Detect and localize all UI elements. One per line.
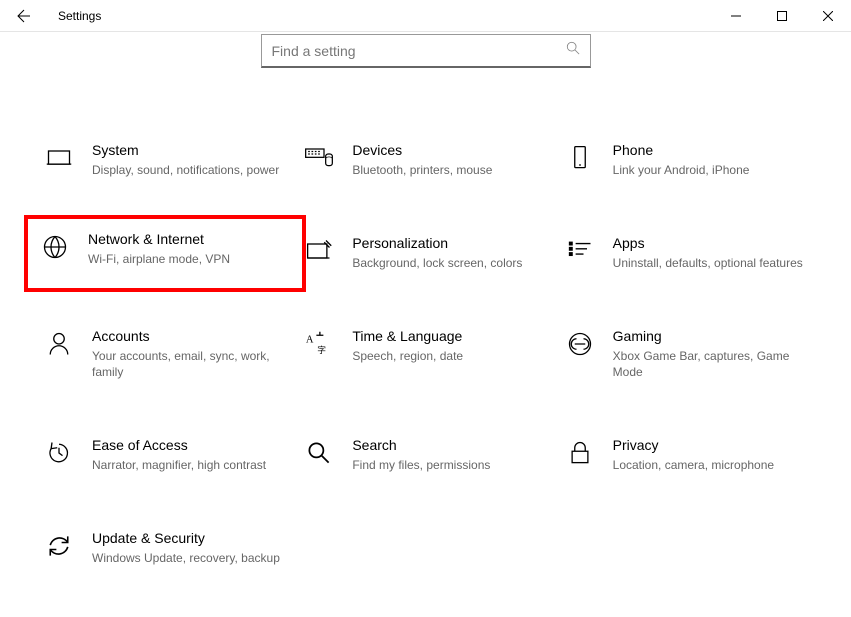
back-arrow-icon [16, 8, 32, 24]
close-button[interactable] [805, 0, 851, 32]
tile-apps[interactable]: Apps Uninstall, defaults, optional featur… [561, 231, 811, 276]
tile-description: Location, camera, microphone [613, 457, 807, 474]
network-icon [40, 231, 70, 261]
tile-update[interactable]: Update & Security Windows Update, recover… [40, 526, 290, 571]
tile-privacy[interactable]: Privacy Location, camera, microphone [561, 433, 811, 478]
tile-text: Update & Security Windows Update, recover… [74, 530, 286, 567]
maximize-icon [777, 11, 787, 21]
tile-text: Ease of Access Narrator, magnifier, high … [74, 437, 286, 474]
tile-text: Privacy Location, camera, microphone [595, 437, 807, 474]
tile-text: Network & Internet Wi-Fi, airplane mode, … [70, 231, 290, 268]
tile-phone[interactable]: Phone Link your Android, iPhone [561, 138, 811, 183]
tile-gaming[interactable]: Gaming Xbox Game Bar, captures, Game Mode [561, 324, 811, 386]
tile-text: Accounts Your accounts, email, sync, work… [74, 328, 286, 382]
update-icon [44, 530, 74, 560]
tile-title: Privacy [613, 437, 807, 453]
tile-description: Uninstall, defaults, optional features [613, 255, 807, 272]
devices-icon [304, 142, 334, 174]
tile-title: Gaming [613, 328, 807, 344]
time-icon: A字 [304, 328, 334, 358]
tile-accounts[interactable]: Accounts Your accounts, email, sync, work… [40, 324, 290, 386]
tile-title: Apps [613, 235, 807, 251]
tile-text: Personalization Background, lock screen, … [334, 235, 546, 272]
tile-text: Apps Uninstall, defaults, optional featur… [595, 235, 807, 272]
titlebar: Settings [0, 0, 851, 32]
tile-description: Find my files, permissions [352, 457, 546, 474]
tile-description: Link your Android, iPhone [613, 162, 807, 179]
tile-text: Devices Bluetooth, printers, mouse [334, 142, 546, 179]
tile-title: Accounts [92, 328, 286, 344]
tile-description: Display, sound, notifications, power [92, 162, 286, 179]
tile-title: Search [352, 437, 546, 453]
tile-title: Time & Language [352, 328, 546, 344]
personalization-icon [304, 235, 334, 265]
window-title: Settings [48, 9, 101, 23]
svg-text:A: A [306, 334, 314, 345]
tile-personalization[interactable]: Personalization Background, lock screen, … [300, 231, 550, 276]
privacy-icon [565, 437, 595, 467]
maximize-button[interactable] [759, 0, 805, 32]
tile-ease[interactable]: Ease of Access Narrator, magnifier, high … [40, 433, 290, 478]
tile-description: Bluetooth, printers, mouse [352, 162, 546, 179]
search-icon [566, 41, 580, 60]
tile-title: Devices [352, 142, 546, 158]
search-container [0, 32, 851, 88]
accounts-icon [44, 328, 74, 358]
ease-icon [44, 437, 74, 467]
tile-text: Time & Language Speech, region, date [334, 328, 546, 365]
back-button[interactable] [0, 0, 48, 32]
search-icon [304, 437, 334, 467]
tile-time[interactable]: A字 Time & Language Speech, region, date [300, 324, 550, 386]
settings-grid: System Display, sound, notifications, pow… [0, 88, 851, 591]
phone-icon [565, 142, 595, 172]
search-box[interactable] [261, 34, 591, 68]
tile-text: System Display, sound, notifications, pow… [74, 142, 286, 179]
system-icon [44, 142, 74, 172]
tile-title: Personalization [352, 235, 546, 251]
tile-description: Xbox Game Bar, captures, Game Mode [613, 348, 807, 382]
tile-description: Speech, region, date [352, 348, 546, 365]
minimize-button[interactable] [713, 0, 759, 32]
tile-title: Update & Security [92, 530, 286, 546]
tile-search[interactable]: Search Find my files, permissions [300, 433, 550, 478]
tile-system[interactable]: System Display, sound, notifications, pow… [40, 138, 290, 183]
tile-title: System [92, 142, 286, 158]
tile-description: Wi-Fi, airplane mode, VPN [88, 251, 290, 268]
tile-devices[interactable]: Devices Bluetooth, printers, mouse [300, 138, 550, 183]
tile-text: Search Find my files, permissions [334, 437, 546, 474]
tile-description: Windows Update, recovery, backup [92, 550, 286, 567]
tile-description: Narrator, magnifier, high contrast [92, 457, 286, 474]
apps-icon [565, 235, 595, 265]
tile-text: Phone Link your Android, iPhone [595, 142, 807, 179]
tile-network[interactable]: Network & Internet Wi-Fi, airplane mode, … [24, 215, 306, 292]
tile-text: Gaming Xbox Game Bar, captures, Game Mode [595, 328, 807, 382]
window-controls [713, 0, 851, 32]
tile-title: Network & Internet [88, 231, 290, 247]
svg-text:字: 字 [318, 343, 327, 354]
tile-description: Background, lock screen, colors [352, 255, 546, 272]
close-icon [823, 11, 833, 21]
tile-title: Phone [613, 142, 807, 158]
gaming-icon [565, 328, 595, 358]
tile-description: Your accounts, email, sync, work, family [92, 348, 286, 382]
search-input[interactable] [272, 43, 566, 59]
minimize-icon [731, 11, 741, 21]
tile-title: Ease of Access [92, 437, 286, 453]
